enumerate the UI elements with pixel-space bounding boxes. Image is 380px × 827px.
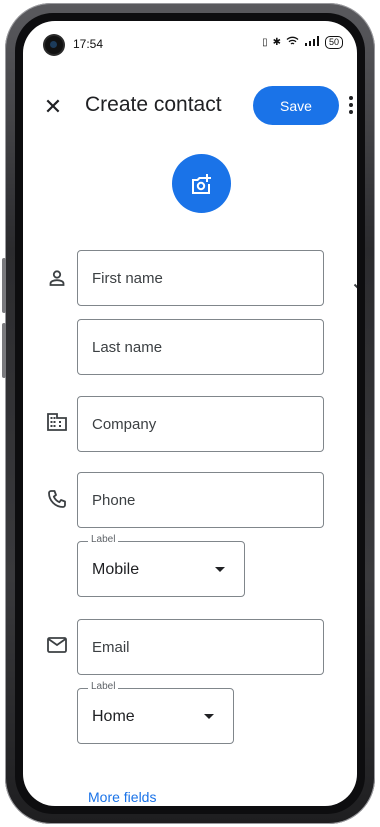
- phone-label-select[interactable]: Label Mobile: [77, 534, 245, 597]
- status-time: 17:54: [73, 37, 104, 51]
- business-icon: [46, 411, 68, 433]
- status-icons: ▯ ✱ 50: [262, 36, 343, 49]
- phone-label-value: Mobile: [92, 561, 140, 578]
- person-icon: [46, 267, 68, 289]
- company-field[interactable]: [77, 396, 324, 452]
- app-bar: ✕ Create contact Save: [23, 81, 357, 131]
- phone-icon: [46, 488, 68, 510]
- page-title: Create contact: [85, 93, 222, 116]
- email-input[interactable]: [78, 620, 323, 674]
- vibrate-icon: ▯: [262, 37, 268, 48]
- first-name-input[interactable]: [78, 251, 323, 305]
- save-button[interactable]: Save: [253, 86, 339, 125]
- dropdown-arrow-icon: [215, 567, 225, 572]
- volume-button: [2, 258, 6, 313]
- add-photo-button[interactable]: [172, 154, 231, 213]
- screen: 17:54 ▯ ✱ 50 ✕ Create contact Save First…: [23, 21, 357, 806]
- power-button: [2, 323, 6, 378]
- battery-icon: 50: [324, 36, 343, 49]
- phone-field[interactable]: [77, 472, 324, 528]
- close-icon[interactable]: ✕: [41, 94, 65, 119]
- phone-label-legend: Label: [88, 534, 119, 545]
- wifi-icon: [286, 36, 299, 49]
- front-camera: [45, 36, 63, 54]
- phone-frame: 17:54 ▯ ✱ 50 ✕ Create contact Save First…: [2, 3, 375, 824]
- dropdown-arrow-icon: [204, 714, 214, 719]
- email-field[interactable]: [77, 619, 324, 675]
- chevron-down-icon[interactable]: [350, 277, 357, 299]
- email-label-value: Home: [92, 708, 135, 725]
- phone-input[interactable]: [78, 473, 323, 527]
- email-label-legend: Label: [88, 681, 119, 692]
- more-vert-icon[interactable]: [345, 93, 357, 117]
- add-photo-icon: [191, 173, 211, 194]
- signal-icon: [304, 36, 320, 49]
- first-name-field[interactable]: [77, 250, 324, 306]
- email-label-select[interactable]: Label Home: [77, 681, 234, 744]
- bluetooth-icon: ✱: [272, 37, 281, 48]
- phone-bezel: 17:54 ▯ ✱ 50 ✕ Create contact Save First…: [15, 13, 365, 814]
- more-fields-link[interactable]: More fields: [88, 789, 156, 805]
- last-name-field[interactable]: [77, 319, 324, 375]
- email-icon: [46, 634, 68, 656]
- company-input[interactable]: [78, 397, 323, 451]
- last-name-input[interactable]: [78, 320, 323, 374]
